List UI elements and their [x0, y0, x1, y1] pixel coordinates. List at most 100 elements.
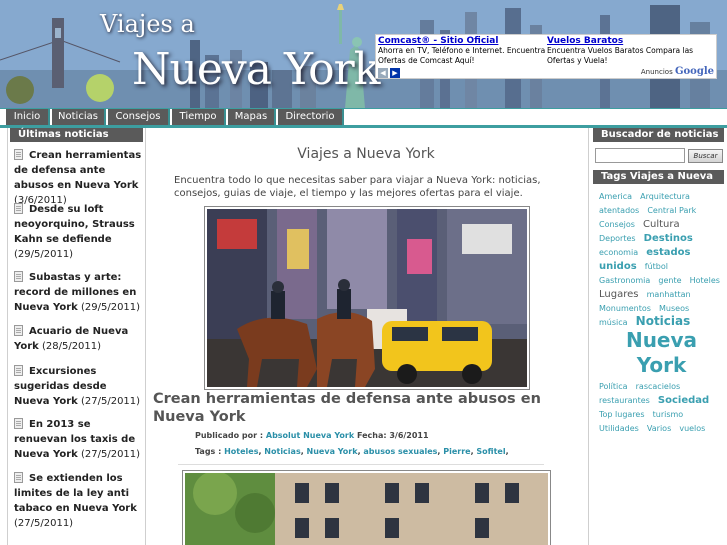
tag-cloud-item[interactable]: Sociedad: [658, 395, 709, 406]
ad-block: Comcast® - Sitio Oficial Ahorra en TV, T…: [375, 34, 717, 79]
building-facade-image: [185, 473, 548, 545]
tag-cloud-item[interactable]: gente: [658, 276, 681, 285]
document-icon: [14, 325, 23, 336]
published-by-label: Publicado por :: [195, 431, 264, 440]
document-icon: [14, 472, 23, 483]
google-logo: Google: [674, 66, 714, 77]
tag-cloud-item[interactable]: atentados: [599, 206, 639, 215]
tag-cloud-item[interactable]: Utilidades: [599, 424, 639, 433]
tag-cloud-item[interactable]: Nueva York: [599, 328, 724, 378]
news-item[interactable]: Subastas y arte: record de millones en N…: [14, 270, 144, 315]
article-photo-2[interactable]: [182, 470, 551, 545]
tag-link[interactable]: Hoteles: [224, 447, 258, 456]
tag-cloud-item[interactable]: Monumentos: [599, 304, 651, 313]
ad-title-link[interactable]: Comcast® - Sitio Oficial: [378, 36, 546, 46]
news-item-date: (27/5/2011): [80, 449, 141, 460]
tag-link[interactable]: Pierre: [443, 447, 470, 456]
latest-news-sidebar: Últimas noticias Crean herramientas de d…: [7, 128, 146, 545]
news-item[interactable]: En 2013 se renuevan los taxis de Nueva Y…: [14, 417, 144, 462]
tag-cloud-item[interactable]: Política: [599, 382, 628, 391]
tag-cloud-item[interactable]: Varios: [647, 424, 671, 433]
ad-attribution[interactable]: Anuncios Google: [641, 66, 714, 77]
search-button[interactable]: Buscar: [688, 149, 723, 163]
tag-cloud-item[interactable]: música: [599, 318, 628, 327]
tag-cloud-item[interactable]: rascacielos: [636, 382, 681, 391]
news-item[interactable]: Crean herramientas de defensa ante abuso…: [14, 148, 144, 208]
tag-cloud-item[interactable]: Lugares: [599, 289, 638, 300]
news-item-title[interactable]: Crean herramientas de defensa ante abuso…: [14, 150, 141, 191]
tag-cloud-item[interactable]: Deportes: [599, 234, 636, 243]
tag-cloud-item[interactable]: Top lugares: [599, 410, 645, 419]
news-item-date: (27/5/2011): [14, 518, 74, 529]
tag-cloud-item[interactable]: fútbol: [645, 262, 668, 271]
document-icon: [14, 203, 23, 214]
times-square-image: [207, 209, 527, 387]
news-item-date: (27/5/2011): [80, 396, 141, 407]
article-title[interactable]: Crean herramientas de defensa ante abuso…: [153, 390, 573, 426]
news-item-date: (29/5/2011): [80, 302, 141, 313]
document-icon: [14, 365, 23, 376]
tag-cloud-item[interactable]: Gastronomia: [599, 276, 650, 285]
search-input[interactable]: [595, 148, 685, 163]
tag-cloud-item[interactable]: Noticias: [636, 314, 691, 328]
news-item-title[interactable]: Se extienden los limites de la ley anti …: [14, 473, 137, 514]
article-date: Fecha: 3/6/2011: [356, 431, 429, 440]
tag-link[interactable]: abusos sexuales: [363, 447, 437, 456]
news-item-title[interactable]: Desde su loft neoyorquino, Strauss Kahn …: [14, 204, 135, 245]
tag-cloud-item[interactable]: Consejos: [599, 220, 635, 229]
author-link[interactable]: Absolut Nueva York: [266, 431, 354, 440]
tag-cloud-item[interactable]: America: [599, 192, 632, 201]
tag-cloud-item[interactable]: turismo: [653, 410, 684, 419]
tag-cloud-item[interactable]: Museos: [659, 304, 689, 313]
document-icon: [14, 149, 23, 160]
news-item[interactable]: Se extienden los limites de la ley anti …: [14, 471, 144, 531]
tags-title: Tags Viajes a Nueva: [593, 170, 724, 184]
nav-item-tiempo[interactable]: Tiempo: [172, 109, 226, 125]
tags-label: Tags :: [195, 447, 222, 456]
article-byline: Publicado por : Absolut Nueva York Fecha…: [195, 431, 429, 440]
page-title: Viajes a Nueva York: [297, 146, 435, 162]
divider: [178, 464, 544, 465]
tag-cloud-item[interactable]: Destinos: [644, 233, 693, 244]
document-icon: [14, 418, 23, 429]
news-item[interactable]: Desde su loft neoyorquino, Strauss Kahn …: [14, 202, 144, 262]
nav-item-consejos[interactable]: Consejos: [108, 109, 170, 125]
ad-item[interactable]: Comcast® - Sitio Oficial Ahorra en TV, T…: [378, 36, 546, 66]
tag-cloud-item[interactable]: Hoteles: [690, 276, 720, 285]
news-item-date: (29/5/2011): [14, 249, 74, 260]
document-icon: [14, 271, 23, 282]
nav-item-mapas[interactable]: Mapas: [228, 109, 276, 125]
right-sidebar: Buscador de noticias Buscar Tags Viajes …: [588, 128, 727, 545]
intro-text: Encuentra todo lo que necesitas saber pa…: [174, 175, 541, 199]
tag-cloud-item[interactable]: restaurantes: [599, 396, 650, 405]
main-content: Viajes a Nueva York Encuentra todo lo qu…: [148, 128, 584, 545]
site-title-line2: Nueva York: [132, 44, 380, 95]
tag-cloud-item[interactable]: vuelos: [679, 424, 705, 433]
ad-text: Encuentra Vuelos Baratos Compara las Ofe…: [547, 46, 694, 65]
article-tags: Tags : Hoteles, Noticias, Nueva York, ab…: [195, 447, 509, 456]
article-photo[interactable]: [204, 206, 530, 390]
tag-link[interactable]: Sofitel: [476, 447, 505, 456]
nav-item-noticias[interactable]: Noticias: [52, 109, 106, 125]
latest-news-title: Últimas noticias: [10, 128, 143, 142]
ad-item[interactable]: Vuelos Baratos Encuentra Vuelos Baratos …: [547, 36, 715, 66]
tag-cloud-item[interactable]: Central Park: [647, 206, 696, 215]
ad-title-link[interactable]: Vuelos Baratos: [547, 36, 715, 46]
chevron-left-icon[interactable]: ◀: [378, 68, 388, 78]
news-search-title: Buscador de noticias: [593, 128, 724, 142]
nav-item-inicio[interactable]: Inicio: [6, 109, 50, 125]
tag-cloud-item[interactable]: economia: [599, 248, 638, 257]
ad-attribution-label: Anuncios: [640, 68, 673, 76]
tag-link[interactable]: Nueva York: [307, 447, 358, 456]
site-title-line1: Viajes a: [100, 10, 195, 38]
site-header: Viajes a Nueva York Comcast® - Sitio Ofi…: [0, 0, 727, 108]
news-item[interactable]: Acuario de Nueva York (28/5/2011): [14, 324, 144, 354]
tag-cloud-item[interactable]: Arquitectura: [640, 192, 690, 201]
tag-link[interactable]: Noticias: [264, 447, 300, 456]
tag-cloud-item[interactable]: manhattan: [647, 290, 691, 299]
news-item-date: (28/5/2011): [41, 341, 102, 352]
chevron-right-icon[interactable]: ▶: [390, 68, 400, 78]
tag-cloud-item[interactable]: Cultura: [643, 219, 680, 230]
news-item[interactable]: Excursiones sugeridas desde Nueva York (…: [14, 364, 144, 409]
nav-item-directorio[interactable]: Directorio: [278, 109, 344, 125]
